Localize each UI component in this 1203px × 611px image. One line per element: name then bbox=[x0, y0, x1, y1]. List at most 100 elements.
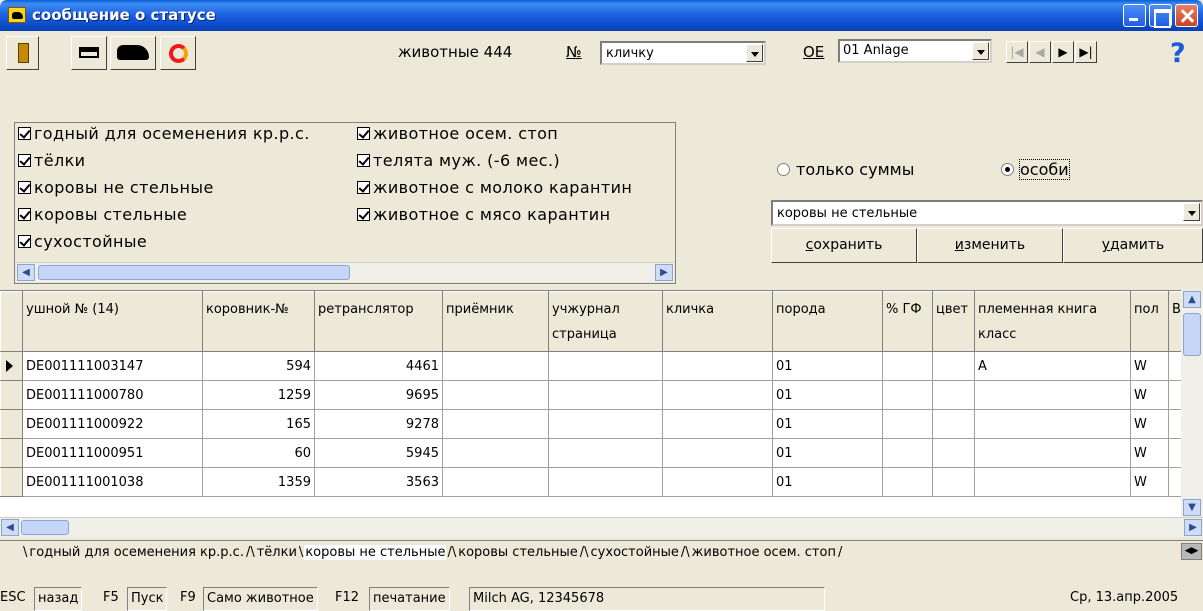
table-cell[interactable] bbox=[442, 438, 549, 468]
checkbox-icon[interactable] bbox=[18, 181, 31, 194]
table-cell[interactable]: W bbox=[1130, 351, 1169, 381]
table-cell[interactable] bbox=[974, 438, 1131, 468]
tab-not-pregnant[interactable]: коровы не стельные bbox=[304, 545, 447, 560]
checkbox-icon[interactable] bbox=[18, 127, 31, 140]
checkbox-icon[interactable] bbox=[357, 154, 370, 167]
save-button[interactable]: сохранить bbox=[771, 228, 917, 263]
scroll-thumb[interactable] bbox=[38, 265, 350, 280]
prev-record-button[interactable]: ◀ bbox=[1029, 41, 1051, 63]
row-indicator[interactable] bbox=[0, 351, 23, 381]
scroll-left-icon[interactable]: ◀ bbox=[17, 264, 35, 281]
last-record-button[interactable]: ▶| bbox=[1075, 41, 1097, 63]
scroll-up-icon[interactable]: ▲ bbox=[1183, 291, 1201, 308]
scroll-right-icon[interactable]: ▶ bbox=[1184, 519, 1202, 536]
table-cell[interactable] bbox=[548, 351, 663, 381]
table-cell[interactable] bbox=[932, 467, 975, 497]
checkbox-icon[interactable] bbox=[357, 208, 370, 221]
status-back[interactable]: назад bbox=[34, 587, 83, 611]
table-cell[interactable]: W bbox=[1130, 409, 1169, 439]
table-cell[interactable]: 01 bbox=[772, 380, 883, 410]
tab-dry[interactable]: сухостойные bbox=[590, 545, 680, 560]
next-record-button[interactable]: ▶ bbox=[1052, 41, 1074, 63]
table-row[interactable]: DE001111000951 60 5945 01 W bbox=[0, 438, 1199, 468]
table-cell[interactable] bbox=[442, 467, 549, 497]
tab-scroll-icon[interactable]: ◀▶ bbox=[1181, 543, 1202, 560]
radio-selected-icon[interactable] bbox=[1001, 163, 1014, 176]
delete-button[interactable]: удамить bbox=[1063, 228, 1203, 263]
table-cell[interactable] bbox=[882, 380, 933, 410]
checkbox-icon[interactable] bbox=[357, 127, 370, 140]
exit-door-button[interactable] bbox=[6, 36, 39, 70]
filter-checkbox[interactable]: животное осем. стоп bbox=[357, 124, 558, 143]
table-cell[interactable] bbox=[974, 467, 1131, 497]
table-cell[interactable] bbox=[662, 380, 773, 410]
table-cell[interactable]: 01 bbox=[772, 351, 883, 381]
column-header[interactable]: коровник-№ bbox=[202, 291, 315, 352]
column-header[interactable]: пол bbox=[1130, 291, 1169, 352]
checkbox-icon[interactable] bbox=[18, 208, 31, 221]
table-cell[interactable]: 01 bbox=[772, 409, 883, 439]
chevron-down-icon[interactable] bbox=[746, 44, 763, 62]
table-cell[interactable] bbox=[662, 409, 773, 439]
chevron-down-icon[interactable] bbox=[1183, 203, 1200, 221]
table-cell[interactable]: W bbox=[1130, 467, 1169, 497]
row-indicator[interactable] bbox=[0, 409, 23, 439]
filter-checkbox[interactable]: тёлки bbox=[18, 151, 85, 170]
table-cell[interactable] bbox=[548, 438, 663, 468]
table-cell[interactable]: DE001111000922 bbox=[22, 409, 203, 439]
chevron-down-icon[interactable] bbox=[972, 42, 989, 60]
row-indicator[interactable] bbox=[0, 467, 23, 497]
table-row[interactable]: DE001111001038 1359 3563 01 W bbox=[0, 467, 1199, 497]
minimize-button[interactable] bbox=[1123, 4, 1146, 27]
table-cell[interactable] bbox=[442, 409, 549, 439]
table-row[interactable]: DE001111003147 594 4461 01 A W bbox=[0, 351, 1199, 381]
table-cell[interactable]: W bbox=[1130, 438, 1169, 468]
tab-heifers[interactable]: тёлки bbox=[256, 545, 298, 560]
table-cell[interactable]: 60 bbox=[202, 438, 315, 468]
print-button[interactable] bbox=[71, 36, 107, 70]
grid-vertical-scrollbar[interactable]: ▲ ▼ bbox=[1181, 290, 1203, 536]
column-header[interactable]: % ГФ bbox=[882, 291, 933, 352]
scroll-thumb[interactable] bbox=[21, 520, 69, 535]
filter-checkbox[interactable]: животное с молоко карантин bbox=[357, 178, 675, 197]
animal-button[interactable] bbox=[110, 36, 156, 70]
scroll-left-icon[interactable]: ◀ bbox=[1, 519, 19, 536]
table-cell[interactable] bbox=[932, 438, 975, 468]
table-cell[interactable]: DE001111000951 bbox=[22, 438, 203, 468]
table-cell[interactable]: W bbox=[1130, 380, 1169, 410]
filter-checkbox[interactable]: животное с мясо карантин bbox=[357, 205, 675, 224]
refresh-button[interactable] bbox=[160, 36, 196, 70]
table-cell[interactable]: 594 bbox=[202, 351, 315, 381]
grid-horizontal-scrollbar[interactable]: ◀ ▶ bbox=[0, 517, 1203, 537]
table-cell[interactable] bbox=[882, 438, 933, 468]
table-cell[interactable] bbox=[662, 467, 773, 497]
table-cell[interactable]: A bbox=[974, 351, 1131, 381]
checkbox-icon[interactable] bbox=[18, 235, 31, 248]
table-cell[interactable]: DE001111001038 bbox=[22, 467, 203, 497]
row-indicator[interactable] bbox=[0, 438, 23, 468]
table-cell[interactable] bbox=[882, 467, 933, 497]
column-header[interactable]: приёмник bbox=[442, 291, 549, 352]
table-cell[interactable] bbox=[442, 380, 549, 410]
individuals-radio[interactable]: особи bbox=[1001, 159, 1070, 180]
table-cell[interactable]: 1359 bbox=[202, 467, 315, 497]
table-cell[interactable] bbox=[882, 351, 933, 381]
filter-horizontal-scrollbar[interactable]: ◀ ▶ bbox=[16, 262, 674, 282]
tab-pregnant[interactable]: коровы стельные bbox=[457, 545, 579, 560]
table-cell[interactable] bbox=[442, 351, 549, 381]
scroll-down-icon[interactable]: ▼ bbox=[1183, 499, 1201, 516]
table-cell[interactable] bbox=[932, 380, 975, 410]
table-cell[interactable] bbox=[662, 351, 773, 381]
table-cell[interactable] bbox=[548, 467, 663, 497]
table-cell[interactable] bbox=[548, 409, 663, 439]
status-animal[interactable]: Само животное bbox=[203, 587, 318, 611]
table-row[interactable]: DE001111000780 1259 9695 01 W bbox=[0, 380, 1199, 410]
table-cell[interactable]: 01 bbox=[772, 467, 883, 497]
table-cell[interactable]: 5945 bbox=[314, 438, 443, 468]
column-header[interactable]: кличка bbox=[662, 291, 773, 352]
column-header[interactable]: племенная книга класс bbox=[974, 291, 1131, 352]
table-cell[interactable]: 165 bbox=[202, 409, 315, 439]
table-cell[interactable] bbox=[882, 409, 933, 439]
maximize-button[interactable] bbox=[1149, 4, 1172, 28]
row-indicator[interactable] bbox=[0, 380, 23, 410]
